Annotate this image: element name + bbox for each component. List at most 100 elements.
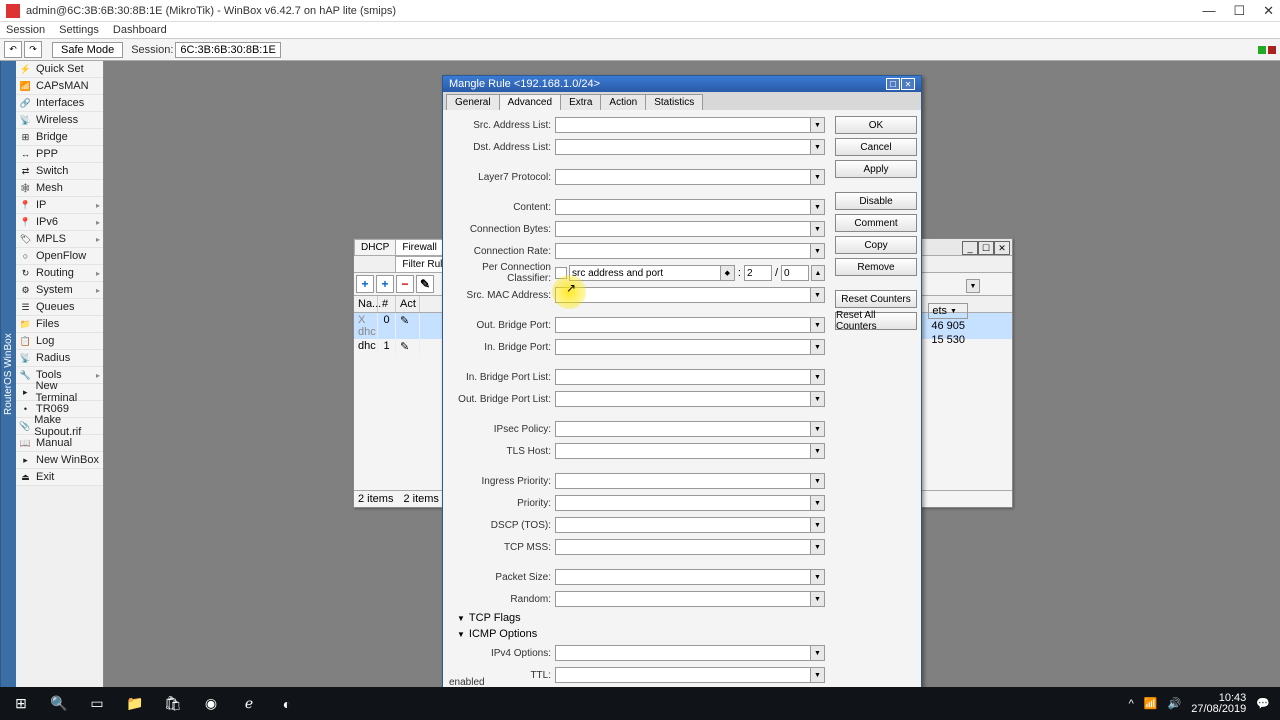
copy-button[interactable]: Copy xyxy=(835,236,917,254)
priority-dropdown[interactable]: ▼ xyxy=(811,495,825,511)
menu-dashboard[interactable]: Dashboard xyxy=(113,24,167,36)
ipsec-dropdown[interactable]: ▼ xyxy=(811,421,825,437)
tcp-mss-input[interactable] xyxy=(555,539,811,555)
menu-settings[interactable]: Settings xyxy=(59,24,99,36)
pcc-collapse[interactable]: ▲ xyxy=(811,265,825,281)
chrome-button[interactable]: ◉ xyxy=(192,689,230,719)
layer7-dropdown[interactable]: ▼ xyxy=(811,169,825,185)
nav-ppp[interactable]: ↔PPP xyxy=(16,146,103,163)
nav-wireless[interactable]: 📡Wireless xyxy=(16,112,103,129)
dialog-restore-button[interactable]: ☐ xyxy=(886,78,900,90)
safe-mode-button[interactable]: Safe Mode xyxy=(52,42,123,58)
pcc-invert[interactable] xyxy=(555,267,567,279)
src-addr-list-dropdown[interactable]: ▼ xyxy=(811,117,825,133)
search-button[interactable]: 🔍 xyxy=(40,689,78,719)
packet-size-dropdown[interactable]: ▼ xyxy=(811,569,825,585)
pcc-type-drop[interactable]: ◆ xyxy=(721,265,735,281)
conn-rate-input[interactable] xyxy=(555,243,811,259)
winbox-button[interactable]: ◐ xyxy=(268,689,306,719)
out-bridge-dropdown[interactable]: ▼ xyxy=(811,317,825,333)
nav-switch[interactable]: ⇄Switch xyxy=(16,163,103,180)
expand-icmp-options[interactable]: ▼ICMP Options xyxy=(449,628,825,640)
tray-clock[interactable]: 10:43 27/08/2019 xyxy=(1191,693,1246,715)
in-bridge-list-input[interactable] xyxy=(555,369,811,385)
maximize-button[interactable]: ☐ xyxy=(1233,3,1245,19)
conn-bytes-input[interactable] xyxy=(555,221,811,237)
ttl-dropdown[interactable]: ▼ xyxy=(811,667,825,683)
ipv4-input[interactable] xyxy=(555,645,811,661)
dialog-tab-action[interactable]: Action xyxy=(600,94,646,110)
in-bridge-dropdown[interactable]: ▼ xyxy=(811,339,825,355)
nav-files[interactable]: 📁Files xyxy=(16,316,103,333)
nav-bridge[interactable]: ⊞Bridge xyxy=(16,129,103,146)
tray-net-icon[interactable]: 📶 xyxy=(1144,697,1158,710)
layer7-input[interactable] xyxy=(555,169,811,185)
nav-log[interactable]: 📋Log xyxy=(16,333,103,350)
content-input[interactable] xyxy=(555,199,811,215)
bg-col-name[interactable]: Na... xyxy=(354,296,378,312)
in-bridge-input[interactable] xyxy=(555,339,811,355)
pcc-type-input[interactable] xyxy=(569,265,721,281)
nav-capsman[interactable]: 📶CAPsMAN xyxy=(16,78,103,95)
pcc-den-input[interactable] xyxy=(781,265,809,281)
packet-size-input[interactable] xyxy=(555,569,811,585)
random-dropdown[interactable]: ▼ xyxy=(811,591,825,607)
dialog-tab-general[interactable]: General xyxy=(446,94,500,110)
tray-notifications[interactable]: 💬 xyxy=(1256,697,1270,710)
ingress-input[interactable] xyxy=(555,473,811,489)
random-input[interactable] xyxy=(555,591,811,607)
bg-right-drop[interactable]: ▼ xyxy=(966,279,980,293)
undo-button[interactable]: ↶ xyxy=(4,41,22,58)
reset-counters-button[interactable]: Reset Counters xyxy=(835,290,917,308)
bg-add2-button[interactable]: + xyxy=(376,275,394,293)
cancel-button[interactable]: Cancel xyxy=(835,138,917,156)
bg-add-button[interactable]: + xyxy=(356,275,374,293)
dialog-tab-extra[interactable]: Extra xyxy=(560,94,601,110)
explorer-button[interactable]: 📁 xyxy=(116,689,154,719)
nav-openflow[interactable]: ○OpenFlow xyxy=(16,248,103,265)
ingress-dropdown[interactable]: ▼ xyxy=(811,473,825,489)
dialog-tab-statistics[interactable]: Statistics xyxy=(645,94,703,110)
nav-queues[interactable]: ☰Queues xyxy=(16,299,103,316)
bg-max-button[interactable]: ☐ xyxy=(978,241,994,255)
pcc-num-input[interactable] xyxy=(744,265,772,281)
disable-button[interactable]: Disable xyxy=(835,192,917,210)
bg-min-button[interactable]: _ xyxy=(962,241,978,255)
nav-make-supout-rif[interactable]: 📎Make Supout.rif xyxy=(16,418,103,435)
bg-col-act[interactable]: Act xyxy=(396,296,420,312)
tls-input[interactable] xyxy=(555,443,811,459)
ipv4-dropdown[interactable]: ▼ xyxy=(811,645,825,661)
nav-system[interactable]: ⚙System▸ xyxy=(16,282,103,299)
nav-quick-set[interactable]: ⚡Quick Set xyxy=(16,61,103,78)
src-mac-dropdown[interactable]: ▼ xyxy=(811,287,825,303)
src-addr-list-input[interactable] xyxy=(555,117,811,133)
remove-button[interactable]: Remove xyxy=(835,258,917,276)
out-bridge-list-input[interactable] xyxy=(555,391,811,407)
out-bridge-input[interactable] xyxy=(555,317,811,333)
priority-input[interactable] xyxy=(555,495,811,511)
dst-addr-list-dropdown[interactable]: ▼ xyxy=(811,139,825,155)
nav-mpls[interactable]: 🏷MPLS▸ xyxy=(16,231,103,248)
dscp-input[interactable] xyxy=(555,517,811,533)
dialog-tab-advanced[interactable]: Advanced xyxy=(499,94,561,110)
nav-new-terminal[interactable]: ▸New Terminal xyxy=(16,384,103,401)
dst-addr-list-input[interactable] xyxy=(555,139,811,155)
bg-edit-button[interactable]: ✎ xyxy=(416,275,434,293)
bg-close-button[interactable]: ✕ xyxy=(994,241,1010,255)
start-button[interactable]: ⊞ xyxy=(2,689,40,719)
nav-radius[interactable]: 📡Radius xyxy=(16,350,103,367)
bg-col-hash[interactable]: # xyxy=(378,296,396,312)
nav-routing[interactable]: ↻Routing▸ xyxy=(16,265,103,282)
nav-ip[interactable]: 📍IP▸ xyxy=(16,197,103,214)
reset-all-counters-button[interactable]: Reset All Counters xyxy=(835,312,917,330)
src-mac-input[interactable] xyxy=(555,287,811,303)
nav-interfaces[interactable]: 🔗Interfaces xyxy=(16,95,103,112)
content-dropdown[interactable]: ▼ xyxy=(811,199,825,215)
conn-rate-dropdown[interactable]: ▼ xyxy=(811,243,825,259)
store-button[interactable]: 🛍 xyxy=(154,689,192,719)
bg-tab-firewall[interactable]: Firewall xyxy=(395,239,443,255)
taskview-button[interactable]: ▭ xyxy=(78,689,116,719)
apply-button[interactable]: Apply xyxy=(835,160,917,178)
tls-dropdown[interactable]: ▼ xyxy=(811,443,825,459)
bg-tab-dhcp[interactable]: DHCP xyxy=(354,239,396,255)
